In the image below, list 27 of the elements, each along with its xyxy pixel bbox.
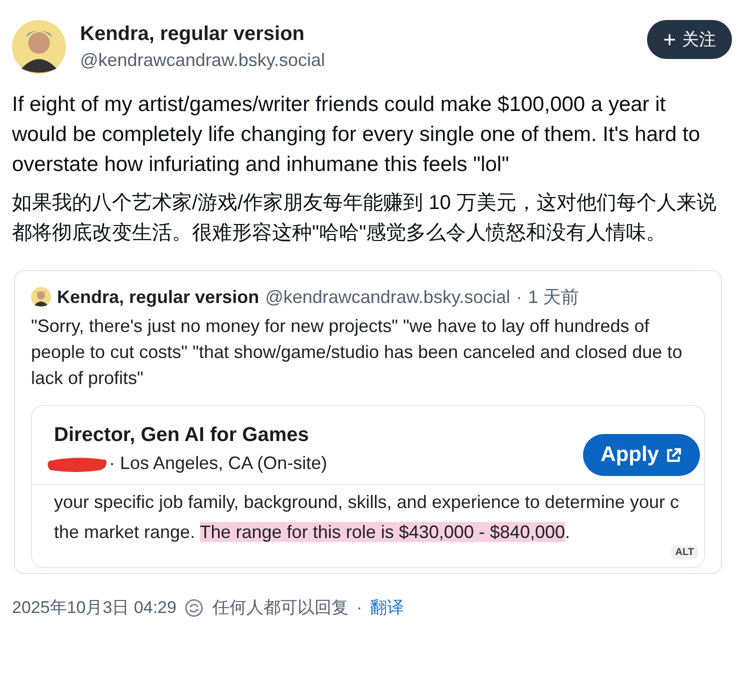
post-time: 1 天前 [528, 286, 580, 309]
reply-setting-icon [184, 598, 204, 618]
job-salary-text: the market range. The range for this role is $430,000 - $840,000. [54, 521, 572, 544]
author-name[interactable]: Kendra, regular version [80, 23, 326, 46]
post-timestamp: 2025年10月3日 04:29 [12, 597, 176, 619]
quoted-author-avatar[interactable] [31, 287, 51, 307]
quoted-post-card[interactable] [14, 270, 722, 574]
job-location: · Los Angeles, CA (On-site) [109, 453, 328, 474]
reply-setting: 任何人都可以回复 [212, 597, 348, 619]
external-link-icon [665, 446, 682, 464]
apply-button[interactable]: Apply [582, 434, 700, 476]
job-description: your specific job family, background, skills, and experience to determine your c [54, 491, 680, 514]
separator-dot: · [356, 598, 362, 618]
translate-link[interactable]: 翻译 [370, 596, 404, 619]
quoted-author-name[interactable]: Kendra, regular version [57, 286, 260, 308]
separator-dot: · [516, 286, 522, 308]
follow-button[interactable]: + 关注 [647, 20, 732, 59]
quoted-author-handle[interactable]: @kendrawcandraw.bsky.social [265, 286, 510, 308]
job-posting-screenshot[interactable] [31, 405, 705, 568]
redaction-mark [46, 454, 108, 472]
post-text: If eight of my artist/games/writer friends could make $100,000 a year it would be completely life changing for every single one of them. It's hard to overstate how infuriating and inhumane this feels "lol" [12, 92, 702, 178]
translated-text: 如果我的八个艺术家/游戏/作家朋友每年能赚到 10 万美元，这对他们每个人来说都将彻底改变生活。很难形容这种"哈哈"感觉多么令人愤怒和没有人情味。 [12, 191, 718, 246]
job-title: Director, Gen AI for Games [54, 424, 310, 447]
author-handle[interactable]: @kendrawcandraw.bsky.social [80, 50, 326, 71]
alt-badge[interactable]: ALT [671, 546, 698, 559]
quoted-post-text: "Sorry, there's just no money for new projects" "we have to lay off hundreds of people to cut costs" "that show/game/studio has been canceled and closed due to lack of profits" [30, 315, 684, 390]
avatar[interactable] [12, 20, 66, 74]
